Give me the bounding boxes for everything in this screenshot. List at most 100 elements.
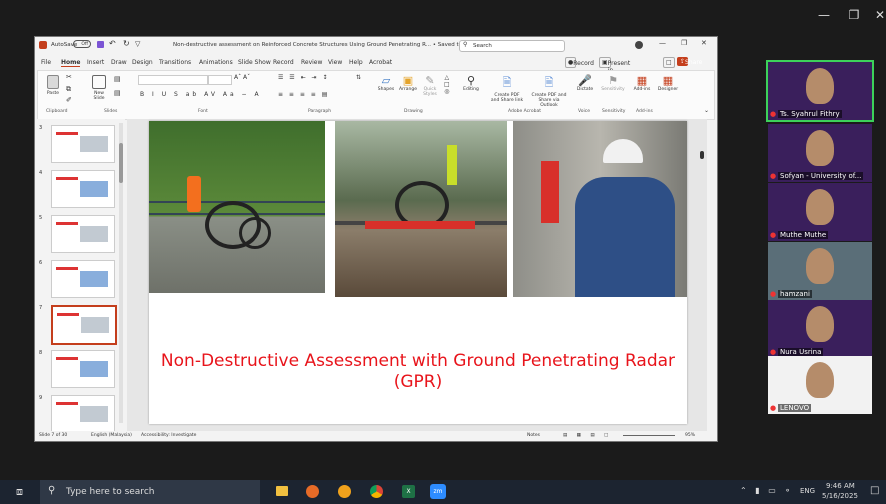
accessibility-status[interactable]: Accessibility: Investigate (141, 433, 196, 438)
ppt-close-button[interactable]: ✕ (701, 39, 707, 47)
record-button[interactable]: ● Record (565, 57, 594, 68)
tab-transitions[interactable]: Transitions (159, 59, 191, 66)
customize-icon[interactable]: ▽ (135, 40, 140, 48)
excel-icon[interactable]: X (402, 485, 415, 498)
cut-icon[interactable]: ✂ (66, 73, 72, 81)
tab-help[interactable]: Help (349, 59, 363, 66)
quick-styles-button[interactable]: ✎ Quick Styles (420, 74, 440, 97)
tray-icons[interactable]: ⌃ ▮ ▭ ⚬ (740, 486, 794, 495)
tab-file[interactable]: File (41, 59, 51, 66)
group-adobe-acrobat: Adobe Acrobat (508, 109, 542, 114)
font-grow-icon[interactable]: Aˆ Aˇ (234, 74, 250, 81)
file-explorer-icon[interactable] (276, 486, 288, 496)
arrange-button[interactable]: ▣ Arrange (398, 74, 418, 92)
participant-video-tile[interactable]: ● Ts. Syahrul Fithry (766, 60, 874, 122)
profile-avatar[interactable] (635, 41, 643, 49)
font-format-row[interactable]: B I U S ab AV Aa − A (140, 91, 262, 98)
minimize-button[interactable]: — (810, 4, 838, 26)
language-status[interactable]: English (Malaysia) (91, 433, 132, 438)
slide-thumbnail[interactable] (51, 260, 115, 298)
restore-button[interactable]: ❐ (840, 4, 868, 26)
clock-date[interactable]: 5/16/2025 (822, 492, 858, 500)
taskbar-search[interactable]: ⚲ Type here to search (40, 480, 260, 504)
font-name-box[interactable] (138, 75, 208, 85)
tab-review[interactable]: Review (301, 59, 322, 66)
slide-thumbnail[interactable] (51, 170, 115, 208)
slide-thumbnail[interactable] (51, 215, 115, 253)
editing-button[interactable]: ⚲ Editing (460, 74, 482, 92)
tab-draw[interactable]: Draw (111, 59, 127, 66)
notes-button[interactable]: Notes (527, 433, 540, 438)
ribbon-collapse-icon[interactable]: ⌄ (704, 107, 709, 114)
magnifier-icon: ⚲ (466, 74, 476, 87)
participant-video-tile[interactable]: ● hamzani (768, 242, 872, 300)
participant-video-tile[interactable]: ● Nura Usrina (768, 300, 872, 358)
save-icon[interactable] (97, 41, 104, 48)
text-direction-icon[interactable]: ⇅ (356, 74, 361, 81)
ppt-minimize-button[interactable]: — (659, 39, 666, 47)
slide-thumbnail[interactable] (51, 395, 115, 433)
canvas-scrollbar[interactable] (699, 121, 705, 421)
layout-icon[interactable]: ▤ (114, 75, 121, 83)
present-in-teams-button[interactable]: ▣ Present in Teams (599, 57, 630, 81)
participant-avatar (806, 248, 834, 284)
shapes-button[interactable]: ▱ Shapes (376, 74, 396, 92)
zoom-app-icon[interactable]: zm (430, 484, 446, 499)
create-pdf-share-button[interactable]: 🗎 Create PDF and Share link (490, 74, 524, 103)
windows-start-icon[interactable]: ⧈ (16, 485, 23, 499)
thumbnails-scrollbar[interactable] (119, 123, 123, 423)
slide-thumbnail[interactable] (51, 305, 117, 345)
create-pdf-outlook-button[interactable]: 🗎 Create PDF and Share via Outlook (530, 74, 568, 108)
copy-icon[interactable]: ⧉ (66, 85, 71, 94)
tab-slide-show[interactable]: Slide Show (238, 59, 271, 66)
redo-icon[interactable]: ↻ (123, 39, 130, 48)
section-icon[interactable]: ▤ (114, 89, 121, 97)
comments-icon[interactable]: □ (663, 57, 675, 68)
tab-animations[interactable]: Animations (199, 59, 233, 66)
view-buttons[interactable]: ▤ ▦ ▤ □ (563, 433, 612, 438)
undo-icon[interactable]: ↶ (109, 39, 116, 48)
dictate-button[interactable]: 🎤 Dictate (574, 74, 596, 92)
tab-acrobat[interactable]: Acrobat (369, 59, 392, 66)
tab-record[interactable]: Record (273, 59, 294, 66)
language-indicator[interactable]: ENG (800, 487, 815, 495)
group-sensitivity: Sensitivity (602, 109, 626, 114)
format-painter-icon[interactable]: ✐ (66, 96, 72, 104)
search-box[interactable]: ⚲ Search (459, 40, 565, 52)
clock-time[interactable]: 9:46 AM (826, 482, 855, 490)
muted-mic-icon: ● (770, 348, 777, 356)
autosave-toggle[interactable]: Off (73, 40, 91, 48)
firefox-icon[interactable] (306, 485, 319, 498)
slide-thumbnail[interactable] (51, 350, 115, 388)
taskbar: ⧈ ⚲ Type here to search X zm ⌃ ▮ ▭ ⚬ ENG… (0, 480, 886, 504)
close-button[interactable]: ✕ (866, 4, 886, 26)
zoom-slider[interactable] (623, 435, 675, 436)
orange-app-icon[interactable] (338, 485, 351, 498)
slide-thumbnail[interactable] (51, 125, 115, 163)
shape-fill-icon[interactable]: △ □ ◎ (444, 74, 450, 95)
muted-mic-icon: ● (770, 231, 777, 239)
addins-button[interactable]: ▦ Add-ins (632, 74, 652, 92)
slide-canvas: Non-Destructive Assessment with Ground P… (127, 119, 707, 431)
current-slide[interactable]: Non-Destructive Assessment with Ground P… (149, 121, 687, 424)
participant-video-tile[interactable]: ● LENOVO (768, 356, 872, 414)
notification-icon[interactable]: □ (870, 485, 879, 496)
designer-button[interactable]: ▦ Designer (656, 74, 680, 92)
zoom-level[interactable]: 95% (685, 433, 695, 438)
participant-video-tile[interactable]: ● Sofyan - University of... (768, 124, 872, 182)
participant-name: hamzani (778, 290, 812, 298)
participant-video-tile[interactable]: ● Muthe Muthe (768, 183, 872, 241)
tab-insert[interactable]: Insert (87, 59, 104, 66)
bullets-icon[interactable]: ☰ ☰ ⇤ ⇥ ↕ (278, 74, 329, 81)
tab-view[interactable]: View (328, 59, 342, 66)
chrome-icon[interactable] (370, 485, 383, 498)
ppt-restore-button[interactable]: ❐ (681, 39, 687, 47)
share-button[interactable]: ⇪ Share (677, 57, 702, 66)
sensitivity-button[interactable]: ⚑ Sensitivity (600, 74, 626, 92)
paste-button[interactable]: Paste (44, 75, 62, 96)
tab-design[interactable]: Design (132, 59, 153, 66)
font-size-box[interactable] (208, 75, 232, 85)
tab-home[interactable]: Home (61, 59, 81, 67)
align-icon[interactable]: ≡ ≡ ≡ ≡ ▤ (278, 91, 329, 98)
new-slide-button[interactable]: New Slide (88, 75, 110, 101)
